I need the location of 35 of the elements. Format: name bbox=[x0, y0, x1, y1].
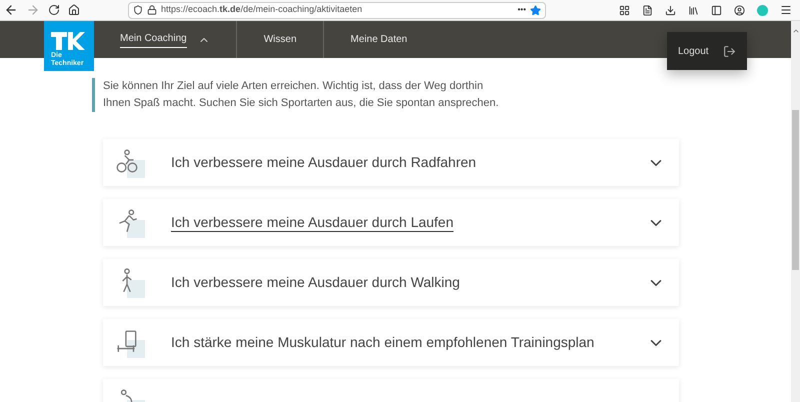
bookmark-star-icon[interactable] bbox=[530, 4, 541, 16]
tk-logo-icon bbox=[51, 32, 85, 50]
nav-link[interactable]: Mein Coaching bbox=[120, 31, 187, 48]
logout-icon[interactable] bbox=[723, 44, 736, 58]
activity-title: Ich stärke meine Muskulatur nach einem empfohlenen Trainingsplan bbox=[171, 333, 594, 352]
menu-icon[interactable] bbox=[780, 4, 792, 16]
url-text: https://ecoach.tk.de/de/mein-coaching/aktivitaeten bbox=[161, 3, 364, 16]
download-icon[interactable] bbox=[665, 4, 676, 16]
activity-card[interactable]: Ich verbessere meine Ausdauer durch Radfahren bbox=[103, 139, 679, 186]
url-field[interactable]: https://ecoach.tk.de/de/mein-coaching/aktivitaeten ••• bbox=[128, 2, 546, 18]
intro-text: Sie können Ihr Ziel auf viele Arten erreichen. Wichtig ist, dass der Weg dorthin Ihnen Spaß macht. Suchen Sie sich Sportarten aus, die Sie spontan ansprechen. bbox=[92, 78, 512, 112]
scrollbar[interactable] bbox=[791, 21, 800, 402]
shield-icon bbox=[133, 5, 143, 15]
sidebar-icon[interactable] bbox=[711, 4, 722, 16]
nav-link[interactable]: Meine Daten bbox=[350, 32, 408, 48]
strength-icon bbox=[115, 328, 145, 358]
library-icon[interactable] bbox=[688, 4, 699, 16]
cycling-icon bbox=[115, 148, 145, 178]
reload-icon[interactable] bbox=[48, 4, 60, 16]
activity-title: Ich verbessere meine Ausdauer durch Walking bbox=[171, 273, 460, 292]
grid-icon[interactable] bbox=[619, 4, 630, 16]
activity-title: Ich verbessere meine Ausdauer durch Radfahren bbox=[171, 153, 476, 172]
home-icon[interactable] bbox=[68, 4, 80, 16]
account-icon[interactable] bbox=[734, 4, 745, 16]
page-icon[interactable] bbox=[642, 4, 653, 16]
scroll-up-icon[interactable] bbox=[792, 27, 800, 35]
lock-icon bbox=[147, 5, 157, 15]
logout-link[interactable]: Logout bbox=[678, 44, 709, 58]
nav-link[interactable]: Wissen bbox=[264, 32, 297, 48]
activity-title: Ich verbessere meine Ausdauer durch Laufen bbox=[171, 213, 454, 232]
activity-card[interactable]: Ich verbessere meine Ausdauer durch Walking bbox=[103, 259, 679, 306]
activity-card[interactable]: Ich stärke meine Muskulatur nach einem empfohlenen Trainingsplan bbox=[103, 319, 679, 366]
more-button[interactable]: ••• bbox=[518, 4, 526, 16]
back-icon[interactable] bbox=[4, 3, 18, 17]
activity-card[interactable]: Ich verbessere meine Ausdauer durch Laufen bbox=[103, 199, 679, 246]
